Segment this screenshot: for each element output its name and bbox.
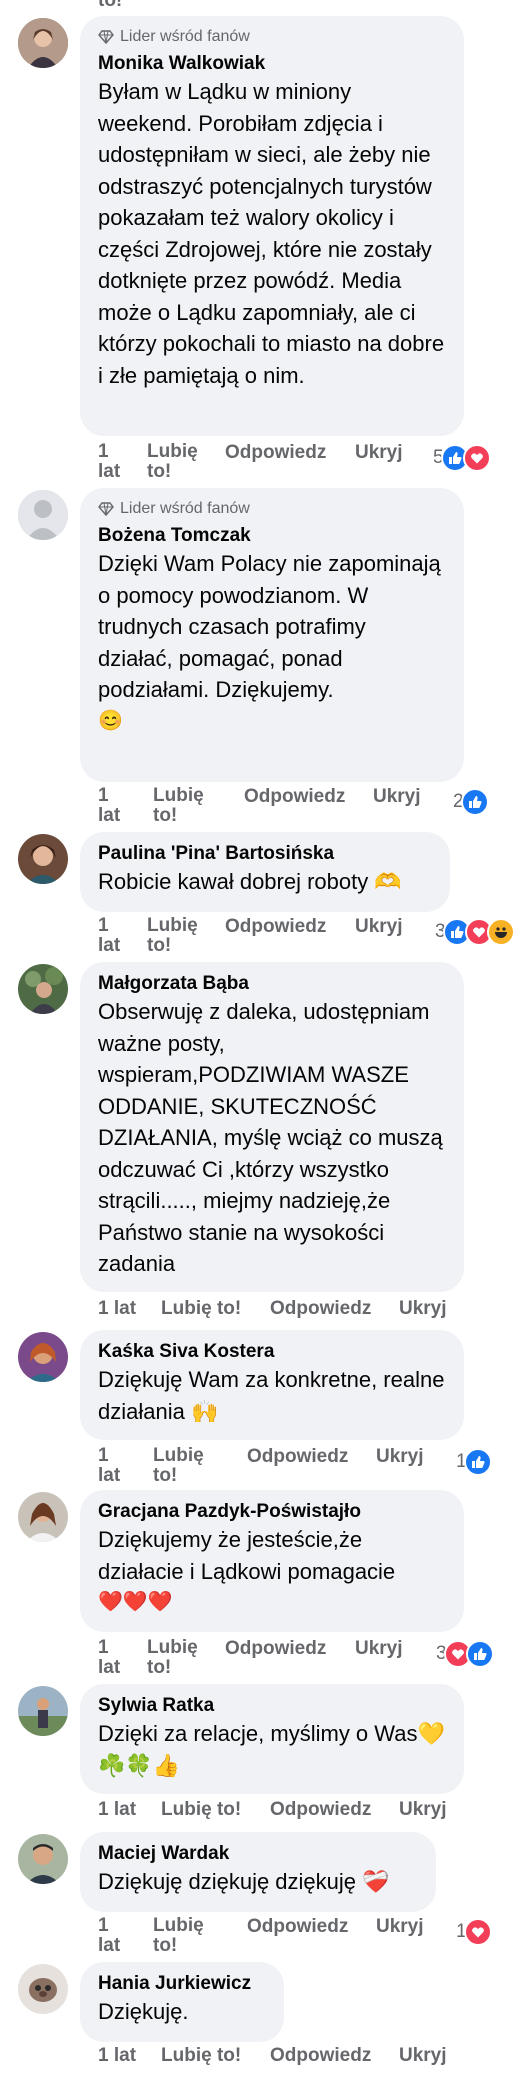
comment-bubble: Lider wśród fanów Bożena Tomczak Dzięki … xyxy=(80,488,464,782)
comment-bubble: Sylwia Ratka Dzięki za relacje, myślimy … xyxy=(80,1684,464,1794)
comment-bubble: Kaśka Siva Kostera Dziękuję Wam za konkr… xyxy=(80,1330,464,1440)
like-comment-button[interactable]: Lubię to! xyxy=(153,1916,213,1956)
like-reaction-icon xyxy=(463,1448,492,1476)
comment-time[interactable]: 1 lat xyxy=(98,916,128,956)
reply-button[interactable]: Odpowiedz xyxy=(270,1298,371,1320)
hide-button[interactable]: Ukryj xyxy=(399,1799,447,1821)
comment-bubble: Lider wśród fanów Monika Walkowiak Byłam… xyxy=(80,16,464,436)
top-fan-badge: Lider wśród fanów xyxy=(98,26,446,48)
avatar[interactable] xyxy=(18,964,68,1014)
diamond-icon xyxy=(98,502,114,517)
avatar-placeholder[interactable] xyxy=(18,490,68,540)
reply-button[interactable]: Odpowiedz xyxy=(225,442,326,464)
hide-button[interactable]: Ukryj xyxy=(355,916,403,938)
love-reaction-icon xyxy=(462,444,491,472)
comment-emoji: 😊 xyxy=(98,709,123,732)
comment-time[interactable]: 1 lat xyxy=(98,786,128,826)
reply-button[interactable]: Odpowiedz xyxy=(247,1916,348,1938)
top-fan-badge: Lider wśród fanów xyxy=(98,498,446,520)
reaction-summary[interactable]: 1 xyxy=(456,1918,492,1946)
avatar[interactable] xyxy=(18,1686,68,1736)
haha-reaction-icon xyxy=(486,918,515,946)
comment-text: Dziękuję dziękuję dziękuję ❤️‍🩹 xyxy=(98,1869,390,1894)
badge-label: Lider wśród fanów xyxy=(120,500,250,517)
comment-text: Byłam w Lądku w miniony weekend. Porobił… xyxy=(98,79,451,388)
avatar[interactable] xyxy=(18,1332,68,1382)
comment-author[interactable]: Maciej Wardak xyxy=(98,1842,418,1866)
avatar[interactable] xyxy=(18,1492,68,1542)
hide-button[interactable]: Ukryj xyxy=(355,442,403,464)
comment-author[interactable]: Gracjana Pazdyk-Poświstajło xyxy=(98,1500,446,1524)
like-reaction-icon xyxy=(460,788,489,816)
diamond-icon xyxy=(98,30,114,45)
reply-button[interactable]: Odpowiedz xyxy=(244,786,345,808)
comment-time[interactable]: 1 lat xyxy=(98,1638,128,1678)
love-reaction-icon xyxy=(463,1918,492,1946)
avatar[interactable] xyxy=(18,18,68,68)
reply-button[interactable]: Odpowiedz xyxy=(225,1638,326,1660)
comment-text: Obserwuję z daleka, udostępniam ważne po… xyxy=(98,999,449,1276)
hide-button[interactable]: Ukryj xyxy=(399,1298,447,1320)
comment-text: Dzięki za relacje, myślimy o Was💛☘️🍀👍 xyxy=(98,1721,445,1778)
reaction-summary[interactable]: 5 xyxy=(433,444,491,472)
avatar[interactable] xyxy=(18,1834,68,1884)
reaction-summary[interactable]: 2 xyxy=(453,788,489,816)
badge-label: Lider wśród fanów xyxy=(120,28,250,45)
comment-bubble: Gracjana Pazdyk-Poświstajło Dziękujemy ż… xyxy=(80,1490,464,1632)
comment-time[interactable]: 1 lat xyxy=(98,1298,136,1320)
hide-button[interactable]: Ukryj xyxy=(355,1638,403,1660)
like-comment-button[interactable]: Lubię to! xyxy=(153,1446,213,1486)
comment-bubble: Maciej Wardak Dziękuję dziękuję dziękuję… xyxy=(80,1832,436,1912)
comment-bubble: Paulina 'Pina' Bartosińska Robicie kawał… xyxy=(80,832,450,912)
comment-text: Dziękuję Wam za konkretne, realne działa… xyxy=(98,1367,451,1424)
comment-author[interactable]: Małgorzata Bąba xyxy=(98,972,446,996)
like-comment-button[interactable]: Lubię to! xyxy=(147,1638,207,1678)
reply-button[interactable]: Odpowiedz xyxy=(270,2045,371,2067)
comment-time[interactable]: 1 lat xyxy=(98,2045,136,2067)
previous-comment-like-fragment[interactable]: to! xyxy=(98,0,122,12)
avatar[interactable] xyxy=(18,1964,68,2014)
like-comment-button[interactable]: Lubię to! xyxy=(147,442,207,482)
like-comment-button[interactable]: Lubię to! xyxy=(161,1298,241,1320)
comment-text: Robicie kawał dobrej roboty 🫶 xyxy=(98,869,402,894)
comment-author[interactable]: Kaśka Siva Kostera xyxy=(98,1340,446,1364)
hide-button[interactable]: Ukryj xyxy=(376,1446,424,1468)
comment-text: Dziękujemy że jesteście,że działacie i L… xyxy=(98,1527,396,1584)
comment-emoji: ❤️❤️❤️ xyxy=(98,1591,173,1613)
hide-button[interactable]: Ukryj xyxy=(373,786,421,808)
comment-time[interactable]: 1 lat xyxy=(98,442,128,482)
comment-time[interactable]: 1 lat xyxy=(98,1446,128,1486)
comment-time[interactable]: 1 lat xyxy=(98,1916,128,1956)
comment-time[interactable]: 1 lat xyxy=(98,1799,136,1821)
avatar[interactable] xyxy=(18,834,68,884)
comment-text: Dzięki Wam Polacy nie zapominają o pomoc… xyxy=(98,551,447,702)
like-comment-button[interactable]: Lubię to! xyxy=(161,1799,241,1821)
like-comment-button[interactable]: Lubię to! xyxy=(147,916,207,956)
reaction-summary[interactable]: 3 xyxy=(436,1640,494,1668)
like-comment-button[interactable]: Lubię to! xyxy=(161,2045,241,2067)
comment-author[interactable]: Paulina 'Pina' Bartosińska xyxy=(98,842,432,866)
like-comment-button[interactable]: Lubię to! xyxy=(153,786,213,826)
comment-author[interactable]: Sylwia Ratka xyxy=(98,1694,446,1718)
comment-bubble: Hania Jurkiewicz Dziękuję. xyxy=(80,1962,284,2042)
comment-author[interactable]: Monika Walkowiak xyxy=(98,52,446,76)
like-reaction-icon xyxy=(465,1640,494,1668)
reaction-summary[interactable]: 1 xyxy=(456,1448,492,1476)
hide-button[interactable]: Ukryj xyxy=(376,1916,424,1938)
comment-text: Dziękuję. xyxy=(98,1999,189,2024)
hide-button[interactable]: Ukryj xyxy=(399,2045,447,2067)
reply-button[interactable]: Odpowiedz xyxy=(270,1799,371,1821)
comment-author[interactable]: Hania Jurkiewicz xyxy=(98,1972,266,1996)
comment-bubble: Małgorzata Bąba Obserwuję z daleka, udos… xyxy=(80,962,464,1292)
reply-button[interactable]: Odpowiedz xyxy=(225,916,326,938)
reply-button[interactable]: Odpowiedz xyxy=(247,1446,348,1468)
reaction-summary[interactable]: 3 xyxy=(435,918,515,946)
comment-author[interactable]: Bożena Tomczak xyxy=(98,524,446,548)
